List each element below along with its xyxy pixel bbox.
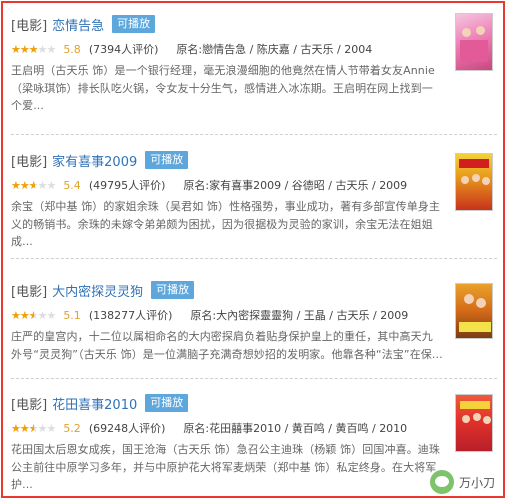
watermark-text: 万小刀 (458, 475, 495, 490)
playable-badge[interactable]: 可播放 (145, 151, 189, 169)
rating-stars-fill: ★★★★★ (11, 179, 35, 191)
original-info: 原名:家有喜事2009 / 谷德昭 / 古天乐 / 2009 (183, 179, 408, 192)
wechat-icon (429, 470, 454, 494)
divider (11, 134, 497, 135)
rating-score: 5.1 (63, 308, 81, 322)
rating-stars: ★★★★★ ★★★★★ (11, 178, 56, 192)
list-item: [电影] 大内密探灵灵狗 可播放 ★★★★★ ★★★★★ 5.1 (138277… (11, 279, 497, 363)
movie-poster[interactable] (455, 153, 493, 211)
movie-description: 庄严的皇宫内，十二位以属相命名的大内密探肩负着贴身保护皇上的重任，其中高天九外号… (11, 330, 443, 361)
divider (11, 378, 497, 379)
category-label: [电影] (11, 154, 48, 170)
list-item: [电影] 家有喜事2009 可播放 ★★★★★ ★★★★★ 5.4 (49795… (11, 149, 497, 251)
category-label: [电影] (11, 397, 48, 413)
playable-badge[interactable]: 可播放 (151, 281, 195, 299)
category-label: [电影] (11, 284, 48, 300)
movie-description: 花田国太后恩女成疾，国王沧海（古天乐 饰）急召公主迪珠（杨颖 饰）回国冲喜。迪珠… (11, 443, 440, 491)
rating-count[interactable]: (138277人评价) (89, 307, 173, 323)
rating-stars-fill: ★★★★★ (11, 43, 37, 55)
rating-score: 5.2 (63, 421, 81, 435)
movie-title-link[interactable]: 恋情告急 (52, 15, 104, 34)
movie-title-link[interactable]: 家有喜事2009 (52, 151, 137, 170)
rating-stars-fill: ★★★★★ (11, 422, 34, 434)
movie-poster[interactable] (455, 394, 493, 452)
playable-badge[interactable]: 可播放 (112, 15, 156, 33)
movie-poster[interactable] (455, 283, 493, 339)
rating-count[interactable]: (7394人评价) (89, 41, 159, 57)
search-results-panel: [电影] 恋情告急 可播放 ★★★★★ ★★★★★ 5.8 (7394人评价) … (1, 1, 505, 498)
rating-score: 5.4 (63, 178, 81, 192)
movie-description: 王启明（古天乐 饰）是一个银行经理，毫无浪漫细胞的他竟然在情人节带着女友Anni… (11, 64, 435, 112)
movie-poster[interactable] (455, 13, 493, 71)
watermark: 万小刀 (429, 470, 495, 494)
rating-stars-fill: ★★★★★ (11, 309, 34, 321)
list-item: [电影] 恋情告急 可播放 ★★★★★ ★★★★★ 5.8 (7394人评价) … (11, 13, 497, 115)
rating-count[interactable]: (69248人评价) (89, 420, 166, 436)
rating-stars: ★★★★★ ★★★★★ (11, 42, 56, 56)
original-info: 原名:花田囍事2010 / 黄百鸣 / 黄百鸣 / 2010 (183, 422, 408, 435)
rating-score: 5.8 (63, 42, 81, 56)
rating-stars: ★★★★★ ★★★★★ (11, 421, 56, 435)
divider (11, 258, 497, 259)
original-info: 原名:大內密探靈靈狗 / 王晶 / 古天乐 / 2009 (190, 309, 409, 322)
movie-title-link[interactable]: 花田喜事2010 (52, 394, 137, 413)
rating-count[interactable]: (49795人评价) (89, 177, 166, 193)
list-item: [电影] 花田喜事2010 可播放 ★★★★★ ★★★★★ 5.2 (69248… (11, 392, 497, 494)
category-label: [电影] (11, 18, 48, 34)
rating-stars: ★★★★★ ★★★★★ (11, 308, 56, 322)
original-info: 原名:戀情告急 / 陈庆嘉 / 古天乐 / 2004 (176, 43, 373, 56)
movie-description: 余宝（郑中基 饰）的家姐余珠（吴君如 饰）性格强势，事业成功，著有多部宣传单身主… (11, 200, 440, 248)
movie-title-link[interactable]: 大内密探灵灵狗 (52, 281, 143, 300)
playable-badge[interactable]: 可播放 (145, 394, 189, 412)
